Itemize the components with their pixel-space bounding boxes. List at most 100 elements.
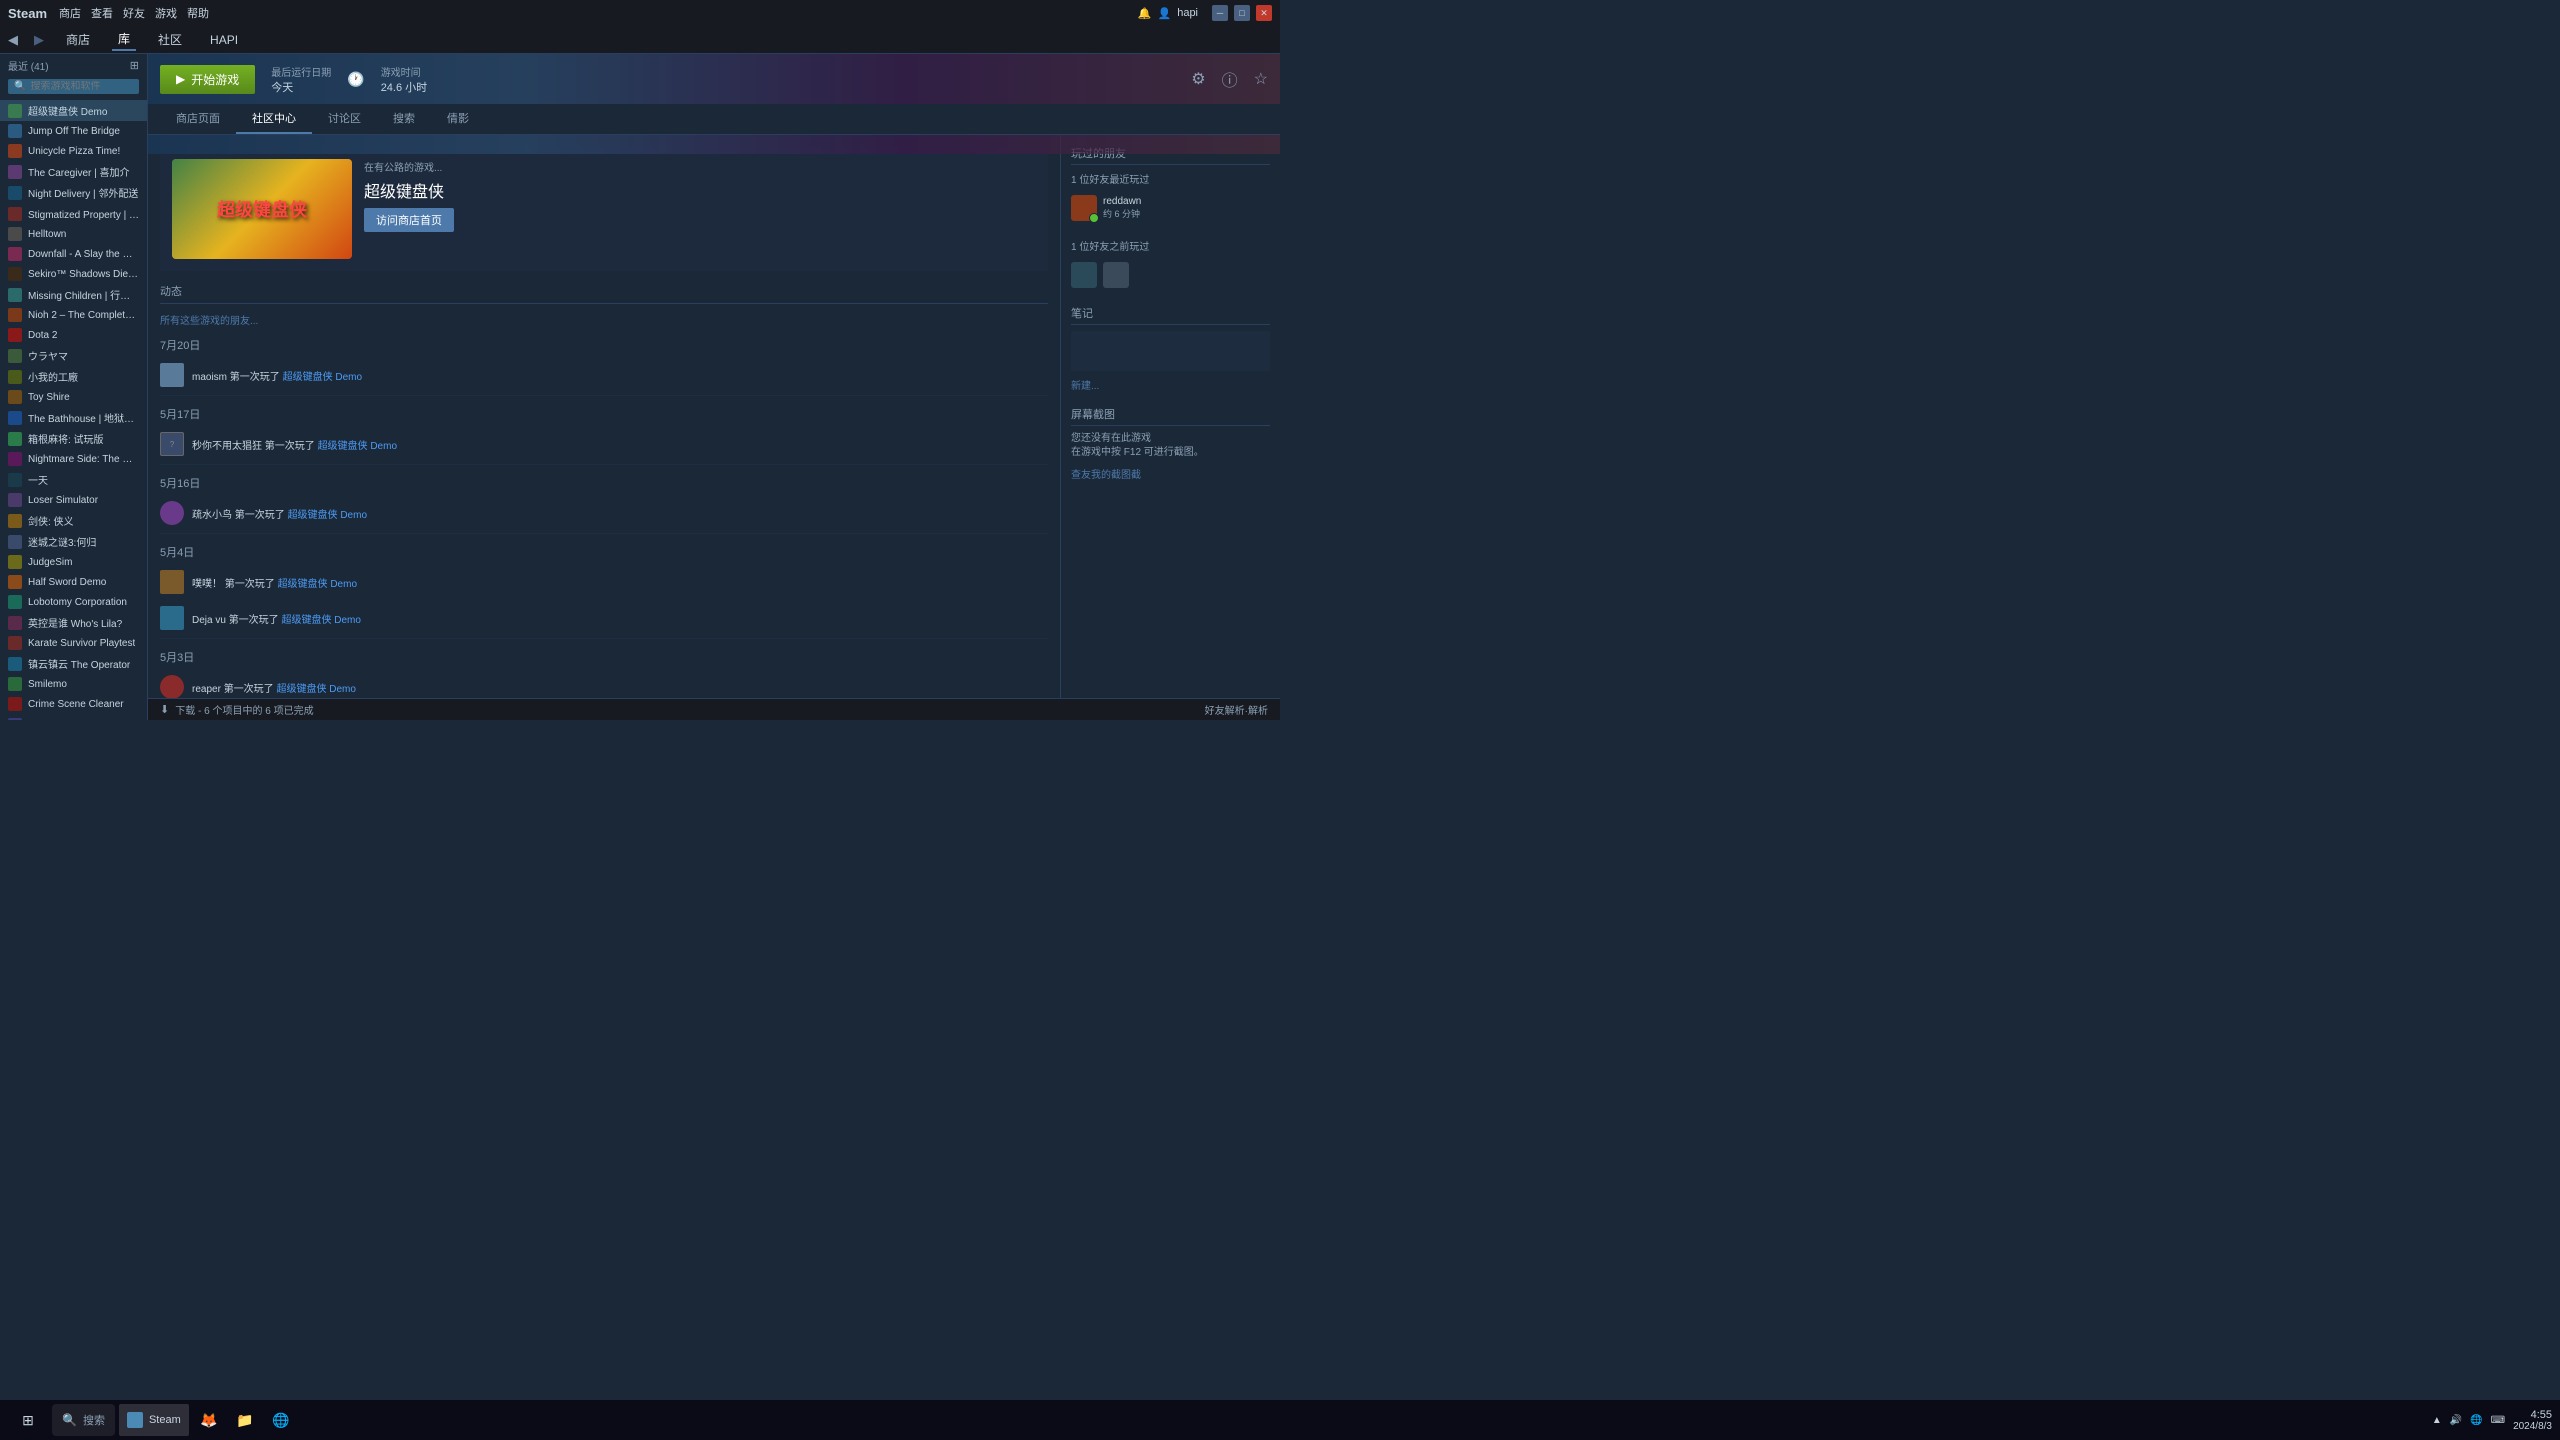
- back-button[interactable]: ◀: [8, 32, 18, 48]
- user-maoism[interactable]: maoism: [192, 372, 227, 383]
- friend-name-reddawn[interactable]: reddawn: [1103, 196, 1141, 207]
- taskbar-search[interactable]: 🔍 搜索: [52, 1404, 115, 1436]
- taskbar-search-icon: 🔍: [62, 1413, 77, 1427]
- tab-store-page[interactable]: 商店页面: [160, 104, 236, 134]
- tab-community-hub[interactable]: 社区中心: [236, 104, 312, 134]
- sidebar-grid-toggle[interactable]: ⊞: [130, 59, 139, 72]
- sidebar-item-sekiro[interactable]: Sekiro™ Shadows Die Twice: [0, 264, 147, 284]
- menu-item-friends[interactable]: 好友: [123, 5, 145, 21]
- sidebar-item-nioh2[interactable]: Nioh 2 – The Complete Edition: [0, 305, 147, 325]
- game-banner: 超级键盘侠 在有公路的游戏... 超级键盘侠 访问商店首页: [160, 147, 1048, 271]
- sidebar-item-super-keyboard-demo[interactable]: 超级键盘侠 Demo: [0, 100, 147, 121]
- settings-icon[interactable]: ⚙: [1191, 69, 1205, 89]
- sidebar-item-judgesim[interactable]: JudgeSim: [0, 552, 147, 572]
- taskbar-icon-folder[interactable]: 📁: [229, 1404, 261, 1436]
- user-sushixiaoniao[interactable]: 疏水小鸟: [192, 510, 232, 521]
- sidebar-item-mr-demo[interactable]: 小先生 Demo: [0, 714, 147, 720]
- star-icon[interactable]: ☆: [1254, 69, 1268, 89]
- playtime-value: 24.6 小时: [381, 79, 427, 95]
- sidebar-item-toy-shire[interactable]: Toy Shire: [0, 387, 147, 407]
- play-button[interactable]: ▶ 开始游戏: [160, 65, 255, 94]
- sidebar-item-night-delivery[interactable]: Night Delivery | 邻外配送: [0, 182, 147, 203]
- right-panel: 玩过的朋友 1 位好友最近玩过 reddawn 约 6 分钟 1 位好友之前玩过: [1060, 135, 1280, 720]
- game-reaper[interactable]: 超级键盘侠 Demo: [276, 684, 355, 695]
- user-dejavu[interactable]: Deja vu: [192, 615, 226, 626]
- info-icon[interactable]: ⓘ: [1222, 67, 1238, 91]
- sidebar-item-loser-simulator[interactable]: Loser Simulator: [0, 490, 147, 510]
- user-name[interactable]: hapi: [1177, 7, 1198, 19]
- systray-up-arrow[interactable]: ▲: [2432, 1415, 2442, 1426]
- sidebar-item-missing-children[interactable]: Missing Children | 行方不明: [0, 284, 147, 305]
- sidebar-item-stigmatized[interactable]: Stigmatized Property | 喜加物件: [0, 203, 147, 224]
- systray-speaker[interactable]: 🔊: [2450, 1415, 2462, 1426]
- taskbar-icon-edge[interactable]: 🌐: [265, 1404, 297, 1436]
- sidebar-item-crime-scene[interactable]: Crime Scene Cleaner: [0, 694, 147, 714]
- sidebar-item-bathhouse[interactable]: The Bathhouse | 地狱钱是 Restor: [0, 407, 147, 428]
- sidebar-item-unicycle-pizza[interactable]: Unicycle Pizza Time!: [0, 141, 147, 161]
- game-dejavu[interactable]: 超级键盘侠 Demo: [281, 615, 360, 626]
- sidebar-item-urayama[interactable]: ウラヤマ: [0, 345, 147, 366]
- sidebar-item-who-lila[interactable]: 英控是谁 Who's Lila?: [0, 612, 147, 633]
- sidebar-item-cloud-operator[interactable]: 镇云镇云 The Operator: [0, 653, 147, 674]
- clock-time: 4:55: [2513, 1409, 2552, 1421]
- sidebar-item-jump-off-bridge[interactable]: Jump Off The Bridge: [0, 121, 147, 141]
- nav-store[interactable]: 商店: [60, 29, 96, 50]
- user-miowan[interactable]: 秒你不用太猖狂: [192, 441, 262, 452]
- sidebar-item-downfall[interactable]: Downfall - A Slay the Spire Fan E: [0, 244, 147, 264]
- friends-status: 好友解析·解析: [1205, 702, 1268, 717]
- sidebar-item-karate-survivor[interactable]: Karate Survivor Playtest: [0, 633, 147, 653]
- menu-item-store[interactable]: 商店: [59, 5, 81, 21]
- menu-item-help[interactable]: 帮助: [187, 5, 209, 21]
- sidebar-item-helltown[interactable]: Helltown: [0, 224, 147, 244]
- close-button[interactable]: ✕: [1256, 5, 1272, 21]
- system-clock[interactable]: 4:55 2024/8/3: [2513, 1409, 2552, 1432]
- sidebar-item-wandering-sword[interactable]: 剑侠: 侠义: [0, 510, 147, 531]
- systray-keyboard[interactable]: ⌨: [2491, 1415, 2505, 1426]
- notes-title: 笔记: [1071, 305, 1270, 325]
- menu-item-games[interactable]: 游戏: [155, 5, 177, 21]
- nav-username[interactable]: HAPI: [204, 31, 244, 49]
- tab-discussions[interactable]: 讨论区: [312, 104, 377, 134]
- user-pupu[interactable]: 噗噗！: [192, 579, 222, 590]
- sidebar-item-dota2[interactable]: Dota 2: [0, 325, 147, 345]
- sidebar-item-mahjong-tiles[interactable]: 箱根麻将: 试玩版: [0, 428, 147, 449]
- sidebar-item-nightmare-side[interactable]: Nightmare Side: The Game: [0, 449, 147, 469]
- nav-library[interactable]: 库: [112, 28, 136, 51]
- taskbar-steam-app[interactable]: Steam: [119, 1404, 189, 1436]
- search-input[interactable]: [30, 81, 133, 92]
- game-miowan[interactable]: 超级键盘侠 Demo: [318, 441, 397, 452]
- friend-icon[interactable]: 👤: [1158, 7, 1172, 20]
- sidebar-item-my-workshop[interactable]: 小我的工廠: [0, 366, 147, 387]
- navbar: ◀ ▶ 商店 库 社区 HAPI: [0, 26, 1280, 54]
- taskbar-icon-fox[interactable]: 🦊: [193, 1404, 225, 1436]
- game-sushixiaoniao[interactable]: 超级键盘侠 Demo: [288, 510, 367, 521]
- new-note-button[interactable]: 新建...: [1071, 377, 1270, 392]
- activity-filter[interactable]: 所有这些游戏的朋友...: [160, 312, 1048, 327]
- sidebar-item-caregiver[interactable]: The Caregiver | 喜加介: [0, 161, 147, 182]
- tab-shadow[interactable]: 倩影: [431, 104, 485, 134]
- taskbar-search-label[interactable]: 搜索: [83, 1412, 105, 1428]
- game-maoism[interactable]: 超级键盘侠 Demo: [283, 372, 362, 383]
- maximize-button[interactable]: □: [1234, 5, 1250, 21]
- tab-search[interactable]: 搜索: [377, 104, 431, 134]
- systray-network[interactable]: 🌐: [2470, 1415, 2482, 1426]
- game-pupu[interactable]: 超级键盘侠 Demo: [278, 579, 357, 590]
- nav-community[interactable]: 社区: [152, 29, 188, 50]
- view-friends-screenshots-btn[interactable]: 查友我的截图截: [1071, 466, 1270, 481]
- sidebar-item-lobotomy-corp[interactable]: Lobotomy Corporation: [0, 592, 147, 612]
- notes-area[interactable]: [1071, 331, 1270, 371]
- banner-store-button[interactable]: 访问商店首页: [364, 208, 454, 232]
- sidebar-item-ichi[interactable]: 一天: [0, 469, 147, 490]
- sidebar-item-dungeon-mystery[interactable]: 迷城之谜3:何归: [0, 531, 147, 552]
- start-button[interactable]: ⊞: [8, 1404, 48, 1436]
- date-header-517: 5月17日: [160, 406, 1048, 422]
- sidebar-item-smilemo[interactable]: Smilemo: [0, 674, 147, 694]
- sidebar-search-box[interactable]: 🔍: [8, 79, 139, 94]
- user-reaper[interactable]: reaper: [192, 684, 221, 695]
- sidebar-item-half-sword-demo[interactable]: Half Sword Demo: [0, 572, 147, 592]
- action-maoism: 第一次玩了: [230, 372, 280, 383]
- minimize-button[interactable]: ─: [1212, 5, 1228, 21]
- menu-item-view[interactable]: 查看: [91, 5, 113, 21]
- forward-button[interactable]: ▶: [34, 32, 44, 48]
- notification-icon[interactable]: 🔔: [1138, 7, 1152, 20]
